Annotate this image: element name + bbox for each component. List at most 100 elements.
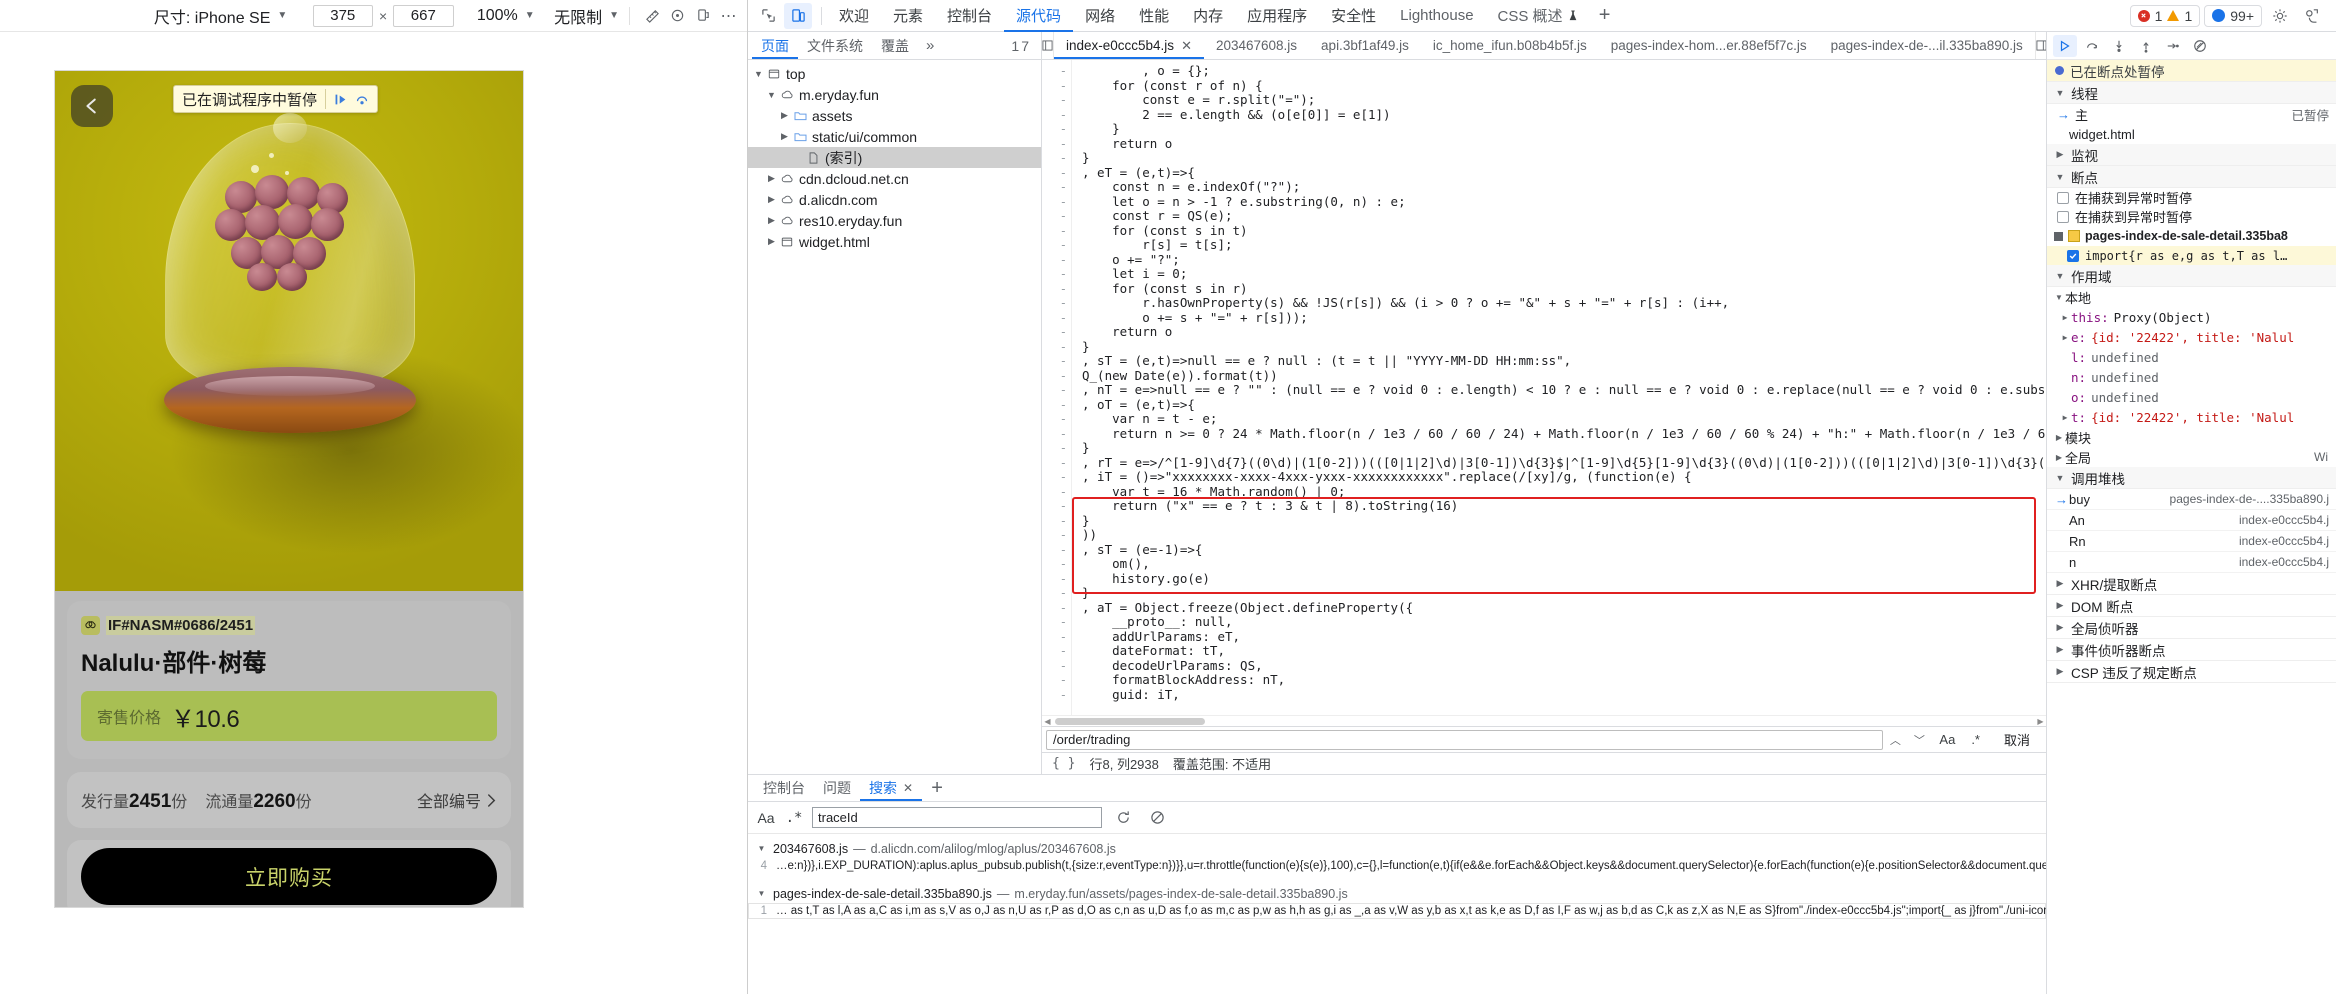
rotate-icon[interactable]: [665, 5, 690, 27]
tree-node-index[interactable]: (索引): [748, 147, 1041, 168]
resume-script-icon[interactable]: [2053, 34, 2077, 57]
checkbox[interactable]: [2057, 191, 2069, 204]
media-query-icon[interactable]: [691, 5, 716, 27]
line-number[interactable]: -: [1042, 644, 1067, 659]
line-number[interactable]: -: [1042, 673, 1067, 688]
expand-triangle-icon[interactable]: ▼: [765, 90, 778, 100]
editor-tab-index-e0ccc5b4[interactable]: index-e0ccc5b4.js ✕: [1054, 32, 1204, 59]
goto-input[interactable]: /order/trading: [1046, 729, 1884, 750]
section-breakpoints[interactable]: ▼ 断点: [2047, 166, 2336, 188]
add-drawer-tab-button[interactable]: +: [922, 775, 952, 801]
tab-network[interactable]: 网络: [1073, 0, 1127, 32]
callstack-frame-buy[interactable]: → buy pages-index-de-....335ba890.j: [2047, 489, 2336, 510]
step-over-icon[interactable]: [355, 93, 369, 106]
buy-now-button[interactable]: 立即购买: [81, 848, 497, 905]
line-number[interactable]: -: [1042, 688, 1067, 703]
section-dom-breakpoints[interactable]: ▶ DOM 断点: [2047, 595, 2336, 617]
scope-variable-e[interactable]: ▶ e: {id: '22422', title: 'Nalul: [2047, 327, 2336, 347]
line-number[interactable]: -: [1042, 122, 1067, 137]
line-number[interactable]: -: [1042, 224, 1067, 239]
section-xhr-breakpoints[interactable]: ▶ XHR/提取断点: [2047, 573, 2336, 595]
expand-triangle-icon[interactable]: ▼: [752, 69, 765, 79]
step-out-icon[interactable]: [2134, 35, 2158, 57]
tab-memory[interactable]: 内存: [1181, 0, 1235, 32]
tree-node-static-ui-common[interactable]: ▶ static/ui/common: [748, 126, 1041, 147]
line-number[interactable]: -: [1042, 659, 1067, 674]
tab-performance[interactable]: 性能: [1127, 0, 1181, 32]
line-number[interactable]: -: [1042, 441, 1067, 456]
expand-triangle-icon[interactable]: ▶: [765, 215, 778, 226]
expand-triangle-icon[interactable]: ▶: [2059, 413, 2071, 422]
tree-node-res10-eryday[interactable]: ▶ res10.eryday.fun: [748, 210, 1041, 231]
tab-security[interactable]: 安全性: [1319, 0, 1388, 32]
more-options-icon[interactable]: ⋯: [716, 5, 741, 27]
tree-node-d-alicdn[interactable]: ▶ d.alicdn.com: [748, 189, 1041, 210]
collapse-square-icon[interactable]: [2054, 231, 2063, 241]
tree-node-widget-html[interactable]: ▶ widget.html: [748, 231, 1041, 252]
device-zoom-selector[interactable]: 100% ▼: [477, 7, 535, 25]
section-global-listeners[interactable]: ▶ 全局侦听器: [2047, 617, 2336, 639]
line-number[interactable]: -: [1042, 93, 1067, 108]
scope-variable-o[interactable]: o: undefined: [2047, 387, 2336, 407]
section-threads[interactable]: ▼ 线程: [2047, 82, 2336, 104]
line-number[interactable]: -: [1042, 209, 1067, 224]
goto-next-icon[interactable]: ﹀: [1907, 732, 1931, 748]
drawer-tab-search[interactable]: 搜索 ✕: [860, 775, 922, 801]
line-number[interactable]: -: [1042, 253, 1067, 268]
inspect-element-icon[interactable]: [754, 3, 782, 29]
scroll-left-icon[interactable]: ◀: [1042, 717, 1053, 726]
scope-module-group[interactable]: ▶ 模块: [2047, 427, 2336, 447]
line-number[interactable]: -: [1042, 282, 1067, 297]
tree-node-cdn-dcloud[interactable]: ▶ cdn.dcloud.net.cn: [748, 168, 1041, 189]
line-number[interactable]: -: [1042, 311, 1067, 326]
line-number[interactable]: -: [1042, 195, 1067, 210]
expand-triangle-icon[interactable]: ▼: [755, 844, 768, 853]
breakpoint-file-group[interactable]: pages-index-de-sale-detail.335ba8: [2047, 226, 2336, 246]
editor-tab-ic-home-ifun[interactable]: ic_home_ifun.b08b4b5f.js: [1421, 32, 1599, 59]
more-tabs-icon[interactable]: [2034, 32, 2047, 59]
customize-devtools-icon[interactable]: [2298, 3, 2326, 29]
more-nav-tabs-icon[interactable]: »: [918, 32, 942, 59]
expand-triangle-icon[interactable]: ▶: [765, 194, 778, 205]
editor-tab-pages-index-detail[interactable]: pages-index-de-...il.335ba890.js: [1819, 32, 2035, 59]
line-number[interactable]: -: [1042, 586, 1067, 601]
search-result-line[interactable]: 4 …e:n})},i.EXP_DURATION):aplus.aplus_pu…: [748, 858, 2046, 874]
code-viewer[interactable]: ----------------------------------------…: [1042, 60, 2046, 726]
scope-global-group[interactable]: ▶ 全局 Wi: [2047, 447, 2336, 467]
tab-application[interactable]: 应用程序: [1235, 0, 1319, 32]
breakpoint-entry[interactable]: import{r as e,g as t,T as l…: [2047, 246, 2336, 265]
scroll-thumb[interactable]: [1055, 717, 1205, 725]
line-number[interactable]: -: [1042, 427, 1067, 442]
step-over-icon[interactable]: [2080, 35, 2104, 57]
cancel-button[interactable]: 取消: [1992, 730, 2042, 750]
section-event-listener-breakpoints[interactable]: ▶ 事件侦听器断点: [2047, 639, 2336, 661]
editor-tab-203467608[interactable]: 203467608.js: [1204, 32, 1309, 59]
thread-main[interactable]: → 主 已暂停: [2047, 104, 2336, 124]
line-number[interactable]: -: [1042, 615, 1067, 630]
callstack-frame-n[interactable]: n index-e0ccc5b4.j: [2047, 552, 2336, 573]
regex-toggle[interactable]: .*: [784, 810, 804, 826]
search-input[interactable]: traceId: [812, 807, 1102, 828]
issues-counter[interactable]: 1 1: [2129, 4, 2201, 27]
callstack-frame-an[interactable]: An index-e0ccc5b4.j: [2047, 510, 2336, 531]
collapse-triangle-icon[interactable]: ▶: [2053, 433, 2065, 442]
editor-tab-api[interactable]: api.3bf1af49.js: [1309, 32, 1421, 59]
match-case-toggle[interactable]: Aa: [756, 810, 776, 826]
expand-triangle-icon[interactable]: ▼: [755, 889, 768, 898]
scope-variable-n[interactable]: n: undefined: [2047, 367, 2336, 387]
collapse-triangle-icon[interactable]: ▶: [2053, 453, 2065, 462]
tree-node-assets[interactable]: ▶ assets: [748, 105, 1041, 126]
nav-tab-filesystem[interactable]: 文件系统: [798, 32, 872, 59]
search-result-group[interactable]: ▼ 203467608.js — d.alicdn.com/alilog/mlo…: [748, 839, 2046, 858]
line-number[interactable]: -: [1042, 630, 1067, 645]
ruler-icon[interactable]: [640, 5, 665, 27]
add-panel-button[interactable]: +: [1590, 4, 1620, 27]
line-number[interactable]: -: [1042, 137, 1067, 152]
section-scope[interactable]: ▼ 作用域: [2047, 265, 2336, 287]
pause-on-caught-exceptions-1[interactable]: 在捕获到异常时暂停: [2047, 188, 2336, 207]
line-number[interactable]: -: [1042, 180, 1067, 195]
step-icon[interactable]: [2161, 35, 2185, 57]
expand-triangle-icon[interactable]: ▼: [2053, 293, 2065, 302]
pause-on-caught-exceptions-2[interactable]: 在捕获到异常时暂停: [2047, 207, 2336, 226]
line-number[interactable]: -: [1042, 296, 1067, 311]
